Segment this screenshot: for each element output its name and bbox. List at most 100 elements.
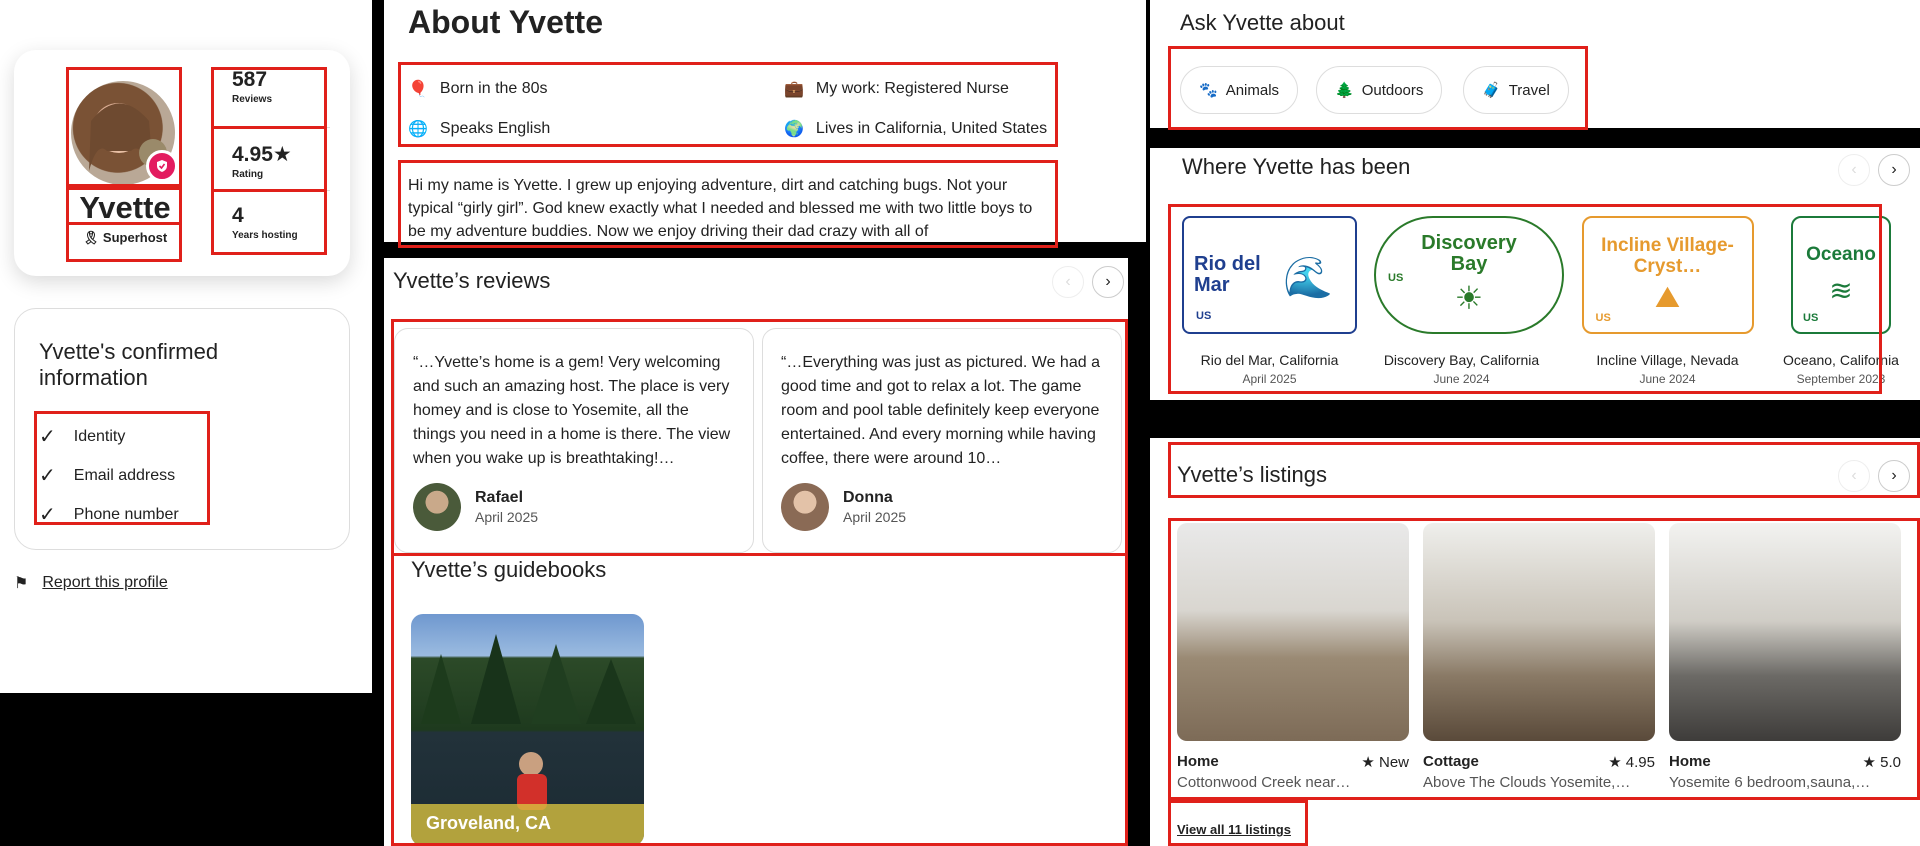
- stat-label: Reviews: [232, 94, 273, 105]
- stamp-country: US: [1196, 310, 1212, 322]
- review-card[interactable]: “…Everything was just as pictured. We ha…: [762, 328, 1122, 553]
- reviewer-avatar: [781, 483, 829, 531]
- trees-icon: 🌲: [1335, 82, 1354, 99]
- confirmed-item: ✓ Phone number: [39, 504, 179, 526]
- suitcase-icon: 🧳: [1482, 82, 1501, 99]
- stat-divider: [230, 127, 330, 128]
- review-date: April 2025: [843, 509, 907, 525]
- review-date: April 2025: [475, 509, 539, 525]
- stat-years: 4 Years hosting: [232, 204, 332, 241]
- topic-chip-animals[interactable]: 🐾 Animals: [1180, 66, 1299, 114]
- confirmed-info-card: Yvette's confirmed information ✓ Identity…: [14, 308, 350, 550]
- review-text: “…Yvette’s home is a gem! Very welcoming…: [413, 354, 731, 467]
- stamp-name: Incline Village-Cryst…: [1601, 235, 1734, 277]
- stat-rating: 4.95★ Rating: [232, 142, 332, 180]
- profile-card: Yvette 🎗 Superhost 587 Reviews 4.95★ Rat…: [14, 50, 350, 276]
- stamp-date: April 2025: [1242, 372, 1297, 386]
- listing-card[interactable]: Home ★ 5.0 Yosemite 6 bedroom,sauna,…: [1669, 523, 1901, 791]
- stamp-place: Rio del Mar, California: [1200, 352, 1339, 368]
- reviewer-name: Rafael: [475, 489, 524, 506]
- reviews-prev-button[interactable]: ‹: [1052, 266, 1084, 298]
- paw-icon: 🐾: [1199, 82, 1218, 99]
- listings-prev-button[interactable]: ‹: [1838, 460, 1870, 492]
- stat-value: 587: [232, 68, 268, 91]
- stamp-country: US: [1595, 312, 1611, 324]
- waves-icon: ≋: [1829, 274, 1853, 306]
- stamp-name: Rio del Mar: [1194, 253, 1261, 296]
- sun-waves-icon: 🌊: [1283, 256, 1333, 300]
- been-prev-button[interactable]: ‹: [1838, 154, 1870, 186]
- topic-chip-outdoors[interactable]: 🌲 Outdoors: [1316, 66, 1443, 114]
- about-fact: 🌍 Lives in California, United States: [784, 120, 1048, 138]
- topic-chip-travel[interactable]: 🧳 Travel: [1463, 66, 1569, 114]
- listing-desc: Cottonwood Creek near…: [1177, 774, 1351, 791]
- about-fact: 💼 My work: Registered Nurse: [784, 80, 1009, 98]
- checkmark-icon: ✓: [39, 426, 56, 448]
- stat-label: Rating: [232, 169, 264, 180]
- travel-stamp: Rio del Mar 🌊 US Rio del Mar, California…: [1182, 216, 1357, 386]
- listing-photo: [1669, 523, 1901, 741]
- stamp-country: US: [1803, 312, 1819, 324]
- been-panel: Where Yvette has been ‹ › Rio del Mar 🌊 …: [1150, 148, 1920, 400]
- stamp-date: June 2024: [1433, 372, 1490, 386]
- stamp-name: Discovery Bay: [1421, 232, 1517, 275]
- sun-icon: ☀: [1454, 280, 1484, 316]
- confirmed-title: Yvette's confirmed information: [39, 339, 219, 390]
- been-next-button[interactable]: ›: [1878, 154, 1910, 186]
- checkmark-icon: ✓: [39, 465, 56, 487]
- listings-next-button[interactable]: ›: [1878, 460, 1910, 492]
- globe-speech-icon: 🌐: [408, 121, 428, 138]
- stamp-badge: Incline Village-Cryst… ⛰ US: [1581, 216, 1754, 334]
- about-panel: About Yvette 🎈 Born in the 80s 💼 My work: …: [384, 0, 1146, 242]
- stat-value: 4: [232, 204, 244, 227]
- reviewer-avatar: [413, 483, 461, 531]
- about-title: About Yvette: [408, 4, 603, 40]
- confirmed-item: ✓ Email address: [39, 465, 176, 487]
- stat-value: 4.95★: [232, 143, 292, 166]
- travel-stamp: Discovery Bay ☀ US Discovery Bay, Califo…: [1374, 216, 1564, 386]
- view-all-listings-link[interactable]: View all 11 listings: [1177, 822, 1291, 837]
- listing-desc: Yosemite 6 bedroom,sauna,…: [1669, 774, 1871, 791]
- ask-title: Ask Yvette about: [1180, 10, 1345, 35]
- stamp-place: Oceano, California: [1783, 352, 1899, 368]
- been-title: Where Yvette has been: [1182, 154, 1411, 179]
- verified-badge-icon: [146, 150, 178, 182]
- listing-desc: Above The Clouds Yosemite,…: [1423, 774, 1631, 791]
- mountain-icon: ⛰: [1654, 281, 1681, 314]
- report-profile-link[interactable]: ⚑ Report this profile: [14, 573, 168, 593]
- reviewer-name: Donna: [843, 489, 893, 506]
- reviews-panel: Yvette’s reviews ‹ › “…Yvette’s home is …: [384, 258, 1128, 846]
- review-text: “…Everything was just as pictured. We ha…: [781, 354, 1100, 467]
- stamp-badge: Rio del Mar 🌊 US: [1182, 216, 1357, 334]
- about-bio: Hi my name is Yvette. I grew up enjoying…: [408, 177, 1033, 240]
- stamp-place: Discovery Bay, California: [1383, 352, 1540, 368]
- guidebook-label: Groveland, CA: [426, 813, 552, 833]
- listing-card[interactable]: Home ★ New Cottonwood Creek near…: [1177, 523, 1409, 791]
- stat-label: Years hosting: [232, 230, 298, 241]
- listing-type: Home: [1669, 753, 1711, 770]
- briefcase-icon: 💼: [784, 81, 804, 98]
- listing-photo: [1177, 523, 1409, 741]
- about-fact: 🌐 Speaks English: [408, 120, 551, 138]
- ask-panel: Ask Yvette about 🐾 Animals 🌲 Outdoors 🧳 Tra…: [1150, 0, 1920, 128]
- flag-icon: ⚑: [14, 575, 29, 592]
- confirmed-list: ✓ Identity ✓ Email address ✓ Phone number: [39, 417, 179, 534]
- stat-divider: [230, 190, 330, 191]
- host-name: Yvette: [79, 190, 171, 225]
- stamp-badge: Oceano ≋ US: [1791, 216, 1891, 334]
- reviews-next-button[interactable]: ›: [1092, 266, 1124, 298]
- listing-photo: [1423, 523, 1655, 741]
- travel-stamp: Incline Village-Cryst… ⛰ US Incline Vill…: [1580, 216, 1755, 386]
- superhost-label: 🎗 Superhost: [82, 230, 168, 245]
- listing-card[interactable]: Cottage ★ 4.95 Above The Clouds Yosemite,…: [1423, 523, 1655, 791]
- reviews-title: Yvette’s reviews: [393, 268, 551, 293]
- guidebook-card[interactable]: Groveland, CA: [411, 614, 644, 846]
- travel-stamp: Oceano ≋ US Oceano, California September…: [1766, 216, 1916, 386]
- review-card[interactable]: “…Yvette’s home is a gem! Very welcoming…: [394, 328, 754, 553]
- listing-rating: ★ 4.95: [1608, 754, 1655, 771]
- globe-pin-icon: 🌍: [784, 121, 804, 138]
- superhost-medal-icon: 🎗: [82, 230, 100, 245]
- guidebook-photo: [411, 634, 644, 846]
- listing-rating: ★ 5.0: [1862, 754, 1901, 771]
- listings-title: Yvette’s listings: [1177, 462, 1328, 487]
